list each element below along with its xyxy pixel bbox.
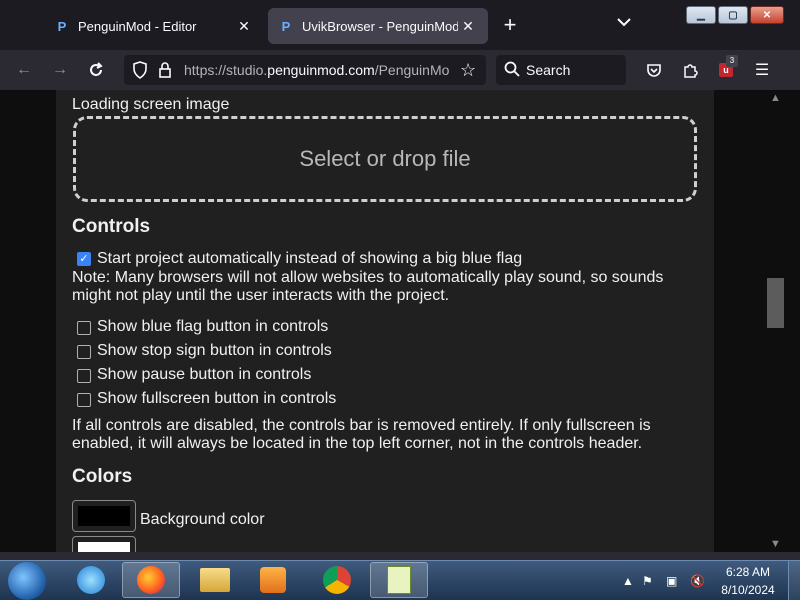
lock-icon[interactable] — [158, 61, 172, 84]
start-button[interactable] — [8, 562, 46, 600]
tab-uvikbrowser[interactable]: P UvikBrowser - PenguinMod Pa ✕ — [268, 8, 488, 44]
background-color-swatch[interactable] — [72, 500, 136, 532]
network-icon[interactable]: ▣ — [666, 574, 677, 588]
url-path: /PenguinMo — [374, 62, 450, 78]
file-dropzone[interactable]: Select or drop file — [73, 116, 697, 202]
media-player-icon — [260, 567, 286, 593]
reload-icon[interactable] — [84, 58, 108, 82]
internet-explorer-icon — [77, 566, 105, 594]
tab-penguinmod-editor[interactable]: P PenguinMod - Editor ✕ — [44, 8, 264, 44]
penguinmod-favicon-icon: P — [57, 18, 67, 34]
fullscreen-checkbox[interactable] — [77, 393, 91, 407]
background-color-label: Background color — [140, 511, 265, 528]
tracking-protection-shield-icon[interactable] — [132, 61, 148, 84]
search-placeholder: Search — [526, 62, 571, 78]
note-line-2: might not play until the user interacts … — [72, 287, 450, 304]
controls-info-line-2: enabled, it will always be located in th… — [72, 435, 643, 452]
taskbar-internet-explorer[interactable] — [62, 562, 120, 598]
minimize-window-button[interactable]: ▁ — [686, 6, 716, 24]
clock-date[interactable]: 8/10/2024 — [718, 583, 778, 597]
pocket-icon[interactable] — [642, 58, 666, 82]
controls-info-line-1: If all controls are disabled, the contro… — [72, 417, 651, 434]
forward-arrow-icon[interactable]: → — [48, 58, 72, 82]
scrollbar-thumb[interactable] — [767, 278, 784, 328]
stop-sign-checkbox[interactable] — [77, 345, 91, 359]
taskbar-media-player[interactable] — [244, 562, 302, 598]
url-text[interactable]: https://studio.penguinmod.com/PenguinMo — [184, 62, 454, 78]
background-color-preview — [78, 506, 130, 526]
taskbar-chrome[interactable] — [308, 562, 366, 598]
tab-title: PenguinMod - Editor — [78, 18, 197, 34]
page-scrollbar[interactable] — [784, 90, 800, 552]
scroll-down-arrow-icon[interactable]: ▼ — [770, 538, 781, 550]
search-box[interactable]: Search — [496, 55, 626, 85]
taskbar-firefox[interactable] — [122, 562, 180, 598]
pause-checkbox[interactable] — [77, 369, 91, 383]
extension-badge: 3 — [726, 55, 738, 67]
blue-flag-option-label: Show blue flag button in controls — [97, 318, 329, 335]
navigation-toolbar: ← → https://studio.penguinmod.com/Pengui… — [0, 50, 800, 90]
autostart-label: Start project automatically instead of s… — [97, 250, 523, 267]
volume-muted-icon[interactable]: 🔇 — [690, 574, 705, 588]
show-desktop-button[interactable] — [788, 561, 800, 600]
loading-screen-image-label: Loading screen image — [72, 96, 230, 113]
close-window-button[interactable]: ✕ — [750, 6, 784, 24]
window-bottom-border — [0, 552, 800, 560]
list-all-tabs-button[interactable] — [612, 14, 636, 38]
search-icon — [504, 61, 520, 82]
chevron-down-icon — [617, 18, 631, 27]
url-prefix: https://studio. — [184, 62, 268, 78]
folder-icon — [200, 568, 230, 592]
chrome-icon — [323, 566, 351, 594]
firefox-icon — [137, 566, 165, 594]
scroll-up-arrow-icon[interactable]: ▲ — [770, 92, 781, 104]
dropzone-text: Select or drop file — [299, 146, 471, 171]
back-arrow-icon[interactable]: ← — [12, 58, 36, 82]
fullscreen-option-label: Show fullscreen button in controls — [97, 390, 337, 407]
url-bar[interactable]: https://studio.penguinmod.com/PenguinMo … — [124, 55, 486, 85]
extensions-puzzle-icon[interactable] — [678, 58, 702, 82]
autostart-checkbox[interactable]: ✓ — [77, 252, 91, 266]
notepad-app-icon — [387, 566, 411, 594]
action-center-flag-icon[interactable]: ⚑ — [642, 574, 653, 588]
close-tab-icon[interactable]: ✕ — [234, 16, 254, 36]
bookmark-star-icon[interactable]: ☆ — [460, 60, 476, 81]
penguinmod-favicon-icon: P — [281, 18, 291, 34]
tab-title: UvikBrowser - PenguinMod Pa — [302, 18, 458, 34]
hamburger-menu-icon[interactable]: ☰ — [750, 58, 774, 82]
new-tab-button[interactable]: + — [498, 14, 522, 38]
blue-flag-checkbox[interactable] — [77, 321, 91, 335]
url-host: penguinmod.com — [267, 62, 375, 78]
note-line-1: Note: Many browsers will not allow websi… — [72, 269, 664, 286]
clock-time[interactable]: 6:28 AM — [718, 565, 778, 579]
show-hidden-icons-arrow-icon[interactable]: ▲ — [622, 574, 634, 588]
controls-heading: Controls — [72, 216, 151, 237]
maximize-window-button[interactable]: ▢ — [718, 6, 748, 24]
taskbar-notepad-app[interactable] — [370, 562, 428, 598]
pause-option-label: Show pause button in controls — [97, 366, 312, 383]
close-tab-icon[interactable]: ✕ — [458, 16, 478, 36]
taskbar-file-explorer[interactable] — [186, 562, 244, 598]
stop-sign-option-label: Show stop sign button in controls — [97, 342, 332, 359]
colors-heading: Colors — [72, 466, 133, 487]
